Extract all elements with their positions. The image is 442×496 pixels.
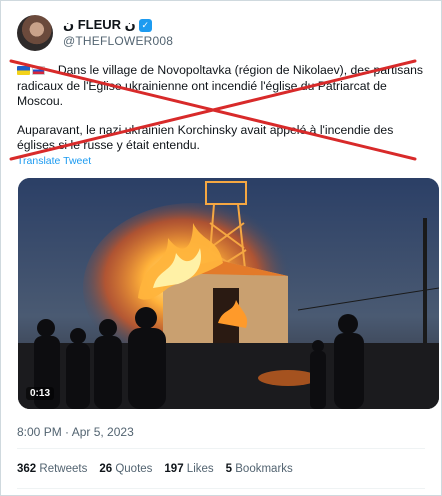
tweet-text: - Dans le village de Novopoltavka (régio… (17, 63, 427, 154)
flag-ukraine-icon (17, 66, 30, 75)
retweets-count: 362 (17, 463, 37, 475)
tweet-paragraph-1-text: Dans le village de Novopoltavka (région … (17, 63, 423, 109)
likes-count: 197 (164, 463, 184, 475)
retweets-stat[interactable]: 362 Retweets (17, 463, 87, 475)
video-thumbnail[interactable]: 0:13 (18, 178, 439, 409)
burning-church-image (18, 178, 439, 409)
likes-label: Likes (186, 463, 214, 475)
retweets-label: Retweets (39, 463, 88, 475)
flag-russia-icon (32, 66, 45, 75)
handle[interactable]: @THEFLOWER008 (63, 33, 173, 49)
display-name[interactable]: ن FLEUR ن (63, 17, 136, 33)
tweet-paragraph-2: Auparavant, le nazi ukrainien Korchinsky… (17, 122, 394, 153)
display-name-row: ن FLEUR ن ✓ (63, 17, 173, 33)
bookmarks-label: Bookmarks (235, 463, 293, 475)
quotes-label: Quotes (115, 463, 153, 475)
author-names: ن FLEUR ن ✓ @THEFLOWER008 (63, 17, 173, 49)
quotes-stat[interactable]: 26 Quotes (99, 463, 152, 475)
tweet-header: ن FLEUR ن ✓ @THEFLOWER008 (17, 15, 173, 51)
bookmarks-stat[interactable]: 5 Bookmarks (226, 463, 293, 475)
tweet-paragraph-1: - Dans le village de Novopoltavka (régio… (17, 63, 423, 109)
quotes-count: 26 (99, 463, 113, 475)
likes-stat[interactable]: 197 Likes (164, 463, 213, 475)
video-duration: 0:13 (26, 387, 55, 400)
divider (17, 448, 425, 449)
divider-bottom (17, 488, 425, 489)
verified-badge-icon: ✓ (138, 18, 152, 32)
tweet-card: ن FLEUR ن ✓ @THEFLOWER008 - Dans le vill… (0, 0, 442, 496)
bookmarks-count: 5 (225, 463, 233, 475)
translate-tweet-link[interactable]: Translate Tweet (17, 155, 91, 167)
avatar[interactable] (17, 15, 53, 51)
tweet-timestamp[interactable]: 8:00 PM · Apr 5, 2023 (17, 425, 134, 439)
engagement-stats: 362 Retweets 26 Quotes 197 Likes 5 Bookm… (17, 463, 305, 475)
